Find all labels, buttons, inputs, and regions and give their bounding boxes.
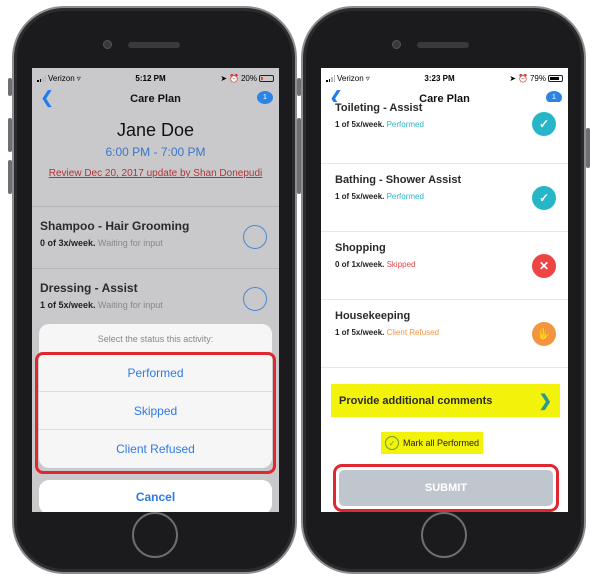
- activity-progress: 1 of 5x/week. Performed: [335, 192, 554, 201]
- highlight-box-submit: SUBMIT: [333, 464, 559, 512]
- activity-title: Shopping: [335, 242, 386, 254]
- phone-right: Verizon ▿ 3:23 PM ➤ ⏰ 79% ❮ Care Plan 1 …: [297, 6, 590, 574]
- front-camera: [392, 40, 401, 49]
- activity-count: 1 of 5x/week.: [335, 328, 385, 337]
- status-time: 5:12 PM: [135, 73, 166, 83]
- battery-icon: [259, 74, 274, 82]
- mark-all-performed-button[interactable]: ✓ Mark all Performed: [381, 432, 484, 454]
- home-button[interactable]: [421, 512, 467, 558]
- activity-count: 1 of 5x/week.: [335, 192, 385, 201]
- activity-title: Dressing - Assist: [40, 281, 138, 295]
- check-icon[interactable]: ✓: [532, 112, 556, 136]
- activity-count: 0 of 3x/week.: [40, 238, 96, 248]
- earpiece-speaker: [417, 42, 469, 48]
- screen-left: Verizon ▿ 5:12 PM ➤ ⏰ 20% ❮ Care Plan 1 …: [32, 68, 279, 512]
- activity-row[interactable]: Housekeeping 1 of 5x/week. Client Refuse…: [321, 300, 568, 368]
- battery-icon: [548, 74, 563, 82]
- wifi-icon: ▿: [365, 73, 370, 83]
- wifi-icon: ▿: [76, 73, 81, 83]
- x-icon[interactable]: ✕: [532, 254, 556, 278]
- activity-row[interactable]: Bathing - Shower Assist 1 of 5x/week. Pe…: [321, 164, 568, 232]
- activity-title: Bathing - Shower Assist: [335, 174, 462, 186]
- chevron-right-icon: ❯: [538, 392, 552, 410]
- activity-progress: 1 of 5x/week. Performed: [335, 120, 554, 129]
- status-bar: Verizon ▿ 5:12 PM ➤ ⏰ 20%: [32, 68, 279, 88]
- activity-state: Client Refused: [386, 328, 440, 337]
- volume-down-button: [8, 160, 12, 194]
- activity-state: Waiting for input: [98, 238, 163, 248]
- status-left: Verizon ▿: [37, 74, 81, 83]
- activity-state: Waiting for input: [98, 300, 163, 310]
- back-chevron-icon[interactable]: ❮: [40, 89, 54, 106]
- earpiece-speaker: [128, 42, 180, 48]
- activity-count: 0 of 1x/week.: [335, 260, 385, 269]
- activity-progress: 0 of 3x/week. Waiting for input: [40, 238, 271, 248]
- volume-up-button: [8, 118, 12, 152]
- activity-row[interactable]: Toileting - Assist 1 of 5x/week. Perform…: [321, 102, 568, 164]
- home-button[interactable]: [132, 512, 178, 558]
- activity-progress: 0 of 1x/week. Skipped: [335, 260, 554, 269]
- mute-switch: [8, 78, 12, 96]
- highlight-box-options: [35, 352, 276, 474]
- status-right: ➤ ⏰ 79%: [509, 74, 563, 83]
- review-update-link[interactable]: Review Dec 20, 2017 update by Shan Donep…: [32, 168, 279, 179]
- mute-switch: [297, 78, 301, 96]
- carrier-label: Verizon: [337, 73, 364, 83]
- battery-percent: 79%: [529, 73, 546, 83]
- activity-title: Toileting - Assist: [335, 102, 423, 114]
- visit-time: 6:00 PM - 7:00 PM: [105, 145, 206, 159]
- activity-row[interactable]: Dressing - Assist 1 of 5x/week. Waiting …: [32, 268, 279, 330]
- volume-up-button: [297, 118, 301, 152]
- activity-state: Skipped: [386, 260, 416, 269]
- status-circle-button[interactable]: [243, 287, 267, 311]
- additional-comments-button[interactable]: Provide additional comments ❯: [331, 384, 560, 417]
- status-circle-button[interactable]: [243, 225, 267, 249]
- activity-progress: 1 of 5x/week. Client Refused: [335, 328, 554, 337]
- status-bar: Verizon ▿ 3:23 PM ➤ ⏰ 79%: [321, 68, 568, 88]
- activity-title: Housekeeping: [335, 310, 411, 322]
- front-camera: [103, 40, 112, 49]
- activity-state: Performed: [386, 120, 424, 129]
- status-left: Verizon ▿: [326, 74, 370, 83]
- chat-bubble-icon[interactable]: 1: [257, 91, 273, 104]
- signal-icon: [37, 74, 46, 82]
- activity-row[interactable]: Shampoo - Hair Grooming 0 of 3x/week. Wa…: [32, 206, 279, 268]
- alarm-icon: ⏰: [229, 73, 239, 83]
- care-plan-content: Jane Doe 6:00 PM - 7:00 PM Review Dec 20…: [32, 110, 279, 512]
- volume-down-button: [297, 160, 301, 194]
- sheet-prompt: Select the status this activity:: [39, 324, 272, 354]
- check-circle-icon: ✓: [385, 436, 399, 450]
- location-icon: ➤: [509, 73, 517, 83]
- submit-button[interactable]: SUBMIT: [339, 470, 553, 506]
- activity-title: Shampoo - Hair Grooming: [40, 219, 190, 233]
- patient-name: Jane Doe: [116, 120, 195, 140]
- nav-title: Care Plan: [130, 93, 181, 105]
- hand-icon[interactable]: ✋: [532, 322, 556, 346]
- status-right: ➤ ⏰ 20%: [220, 74, 274, 83]
- location-icon: ➤: [220, 73, 228, 83]
- activity-progress: 1 of 5x/week. Waiting for input: [40, 300, 271, 310]
- activity-count: 1 of 5x/week.: [40, 300, 96, 310]
- check-icon[interactable]: ✓: [532, 186, 556, 210]
- alarm-icon: ⏰: [518, 73, 528, 83]
- comments-label: Provide additional comments: [339, 394, 493, 407]
- phone-left: Verizon ▿ 5:12 PM ➤ ⏰ 20% ❮ Care Plan 1 …: [8, 6, 301, 574]
- status-time: 3:23 PM: [424, 73, 455, 83]
- power-button: [586, 128, 590, 168]
- mark-all-label: Mark all Performed: [403, 438, 480, 448]
- nav-bar: ❮ Care Plan 1: [32, 88, 279, 110]
- signal-icon: [326, 74, 335, 82]
- activity-state: Performed: [386, 192, 424, 201]
- activity-count: 1 of 5x/week.: [335, 120, 385, 129]
- carrier-label: Verizon: [48, 73, 75, 83]
- battery-percent: 20%: [240, 73, 257, 83]
- screen-right: Verizon ▿ 3:23 PM ➤ ⏰ 79% ❮ Care Plan 1 …: [321, 68, 568, 512]
- activity-row[interactable]: Shopping 0 of 1x/week. Skipped ✕: [321, 232, 568, 300]
- cancel-button[interactable]: Cancel: [39, 480, 272, 512]
